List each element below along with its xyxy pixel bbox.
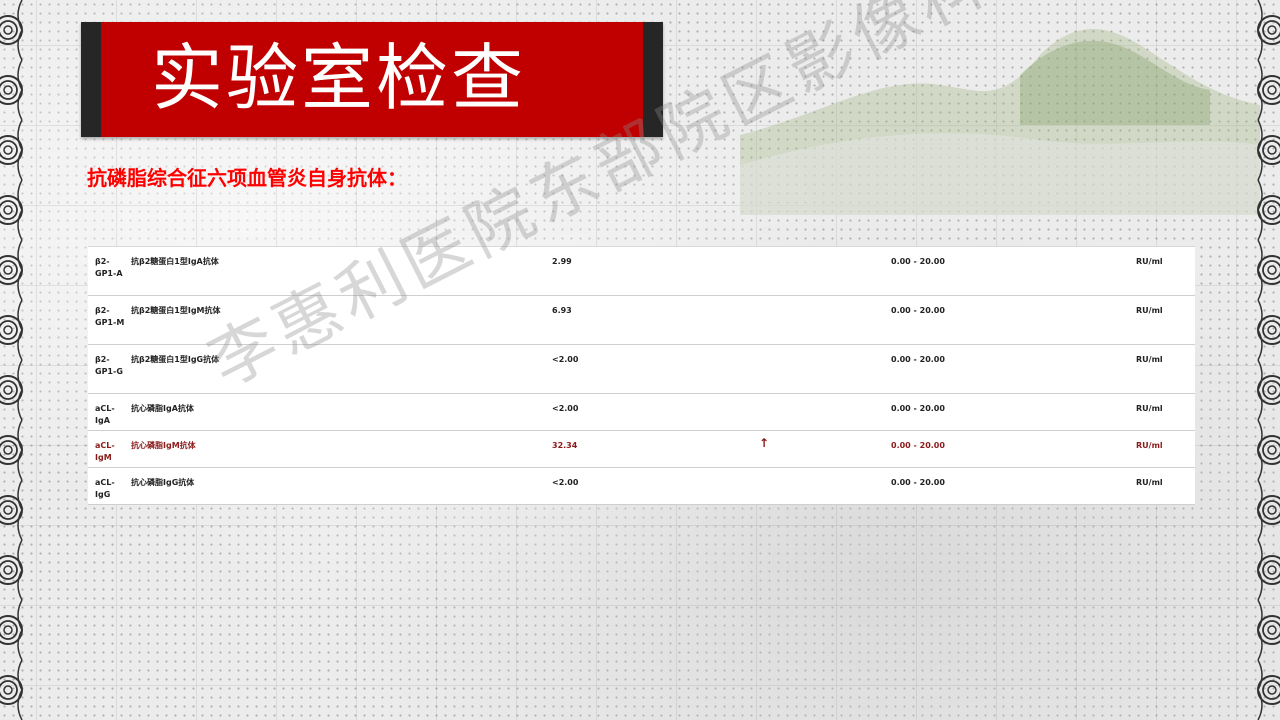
reference-range: 0.00 - 20.00 (891, 478, 945, 487)
left-scroll-border (0, 0, 28, 720)
test-name: 抗β2糖蛋白1型IgA抗体 (131, 257, 219, 266)
mountain-decoration (740, 29, 1260, 215)
test-name: 抗β2糖蛋白1型IgM抗体 (131, 306, 221, 315)
table-row: β2-GP1-M 抗β2糖蛋白1型IgM抗体 6.93 0.00 - 20.00… (88, 296, 1195, 345)
reference-range: 0.00 - 20.00 (891, 355, 945, 364)
high-flag-icon: ↑ (759, 436, 770, 450)
test-code: β2-GP1-A (95, 257, 123, 278)
table-row: β2-GP1-A 抗β2糖蛋白1型IgA抗体 2.99 0.00 - 20.00… (88, 247, 1195, 296)
test-unit: RU/ml (1136, 355, 1163, 364)
test-unit: RU/ml (1136, 257, 1163, 266)
page-title: 实验室检查 (151, 36, 527, 120)
reference-range: 0.00 - 20.00 (891, 404, 945, 413)
reference-range: 0.00 - 20.00 (891, 441, 945, 450)
right-scroll-border (1252, 0, 1280, 720)
test-name: 抗心磷脂IgM抗体 (131, 441, 196, 450)
test-code: β2-GP1-M (95, 306, 125, 327)
test-unit: RU/ml (1136, 478, 1163, 487)
reference-range: 0.00 - 20.00 (891, 306, 945, 315)
table-row: aCL-IgA 抗心磷脂IgA抗体 <2.00 0.00 - 20.00 RU/… (88, 394, 1195, 431)
test-unit: RU/ml (1136, 306, 1163, 315)
test-value: <2.00 (552, 478, 579, 487)
test-name: 抗心磷脂IgG抗体 (131, 478, 195, 487)
test-value: <2.00 (552, 355, 579, 364)
test-code: aCL-IgM (95, 441, 115, 462)
section-subtitle: 抗磷脂综合征六项血管炎自身抗体： (87, 166, 407, 190)
reference-range: 0.00 - 20.00 (891, 257, 945, 266)
test-value: 6.93 (552, 306, 572, 315)
lab-results-table: β2-GP1-A 抗β2糖蛋白1型IgA抗体 2.99 0.00 - 20.00… (88, 246, 1195, 505)
test-name: 抗β2糖蛋白1型IgG抗体 (131, 355, 220, 364)
test-unit: RU/ml (1136, 441, 1163, 450)
table-row: β2-GP1-G 抗β2糖蛋白1型IgG抗体 <2.00 0.00 - 20.0… (88, 345, 1195, 394)
test-code: aCL-IgG (95, 478, 115, 499)
title-banner: 实验室检查 (81, 22, 663, 137)
test-unit: RU/ml (1136, 404, 1163, 413)
test-value: 32.34 (552, 441, 578, 450)
test-value: <2.00 (552, 404, 579, 413)
table-row-abnormal: aCL-IgM 抗心磷脂IgM抗体 32.34 ↑ 0.00 - 20.00 R… (88, 431, 1195, 468)
test-code: β2-GP1-G (95, 355, 123, 376)
test-code: aCL-IgA (95, 404, 115, 425)
test-name: 抗心磷脂IgA抗体 (131, 404, 194, 413)
test-value: 2.99 (552, 257, 572, 266)
table-row: aCL-IgG 抗心磷脂IgG抗体 <2.00 0.00 - 20.00 RU/… (88, 468, 1195, 505)
